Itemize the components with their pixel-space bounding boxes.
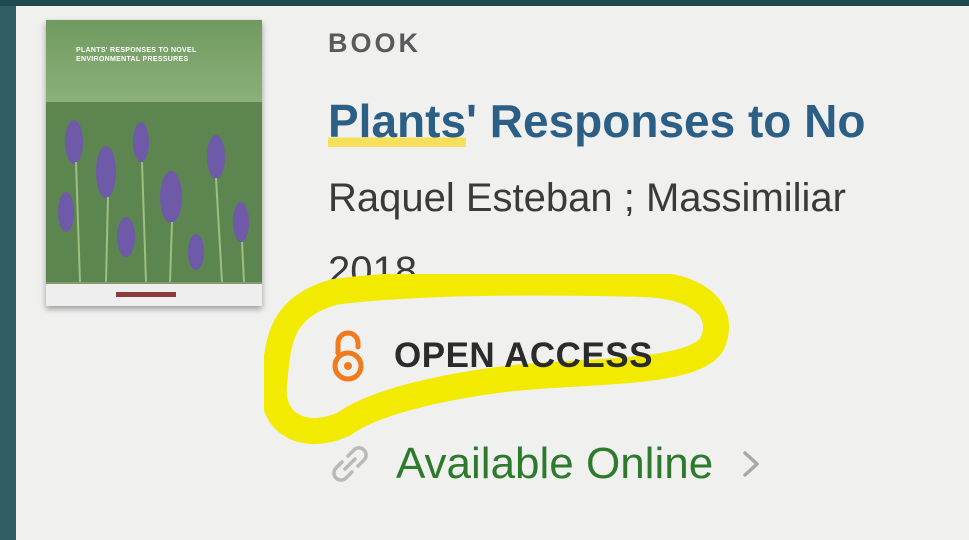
link-icon [332, 446, 368, 482]
availability-label[interactable]: Available Online [396, 439, 713, 489]
book-cover-thumbnail[interactable]: PLANTS' RESPONSES TO NOVEL ENVIRONMENTAL… [46, 20, 262, 306]
cover-publisher-strip [46, 284, 262, 306]
result-authors: Raquel Esteban ; Massimiliar [328, 176, 846, 220]
publisher-logo [116, 292, 176, 297]
cover-title: PLANTS' RESPONSES TO NOVEL ENVIRONMENTAL… [76, 47, 197, 63]
title-highlighted-term[interactable]: Plants [328, 95, 467, 147]
open-access-label: OPEN ACCESS [394, 336, 653, 375]
result-title-link[interactable]: Plants' Responses to No [328, 94, 866, 148]
search-result-card[interactable]: PLANTS' RESPONSES TO NOVEL ENVIRONMENTAL… [16, 6, 969, 540]
title-rest[interactable]: ' Responses to No [466, 95, 865, 147]
chevron-right-icon[interactable] [741, 449, 761, 479]
resource-type-label: BOOK [328, 28, 421, 58]
open-lock-icon [332, 330, 364, 382]
lavender-photo [46, 102, 262, 282]
availability-link[interactable]: Available Online [330, 434, 761, 494]
open-access-indicator: OPEN ACCESS [328, 328, 653, 384]
